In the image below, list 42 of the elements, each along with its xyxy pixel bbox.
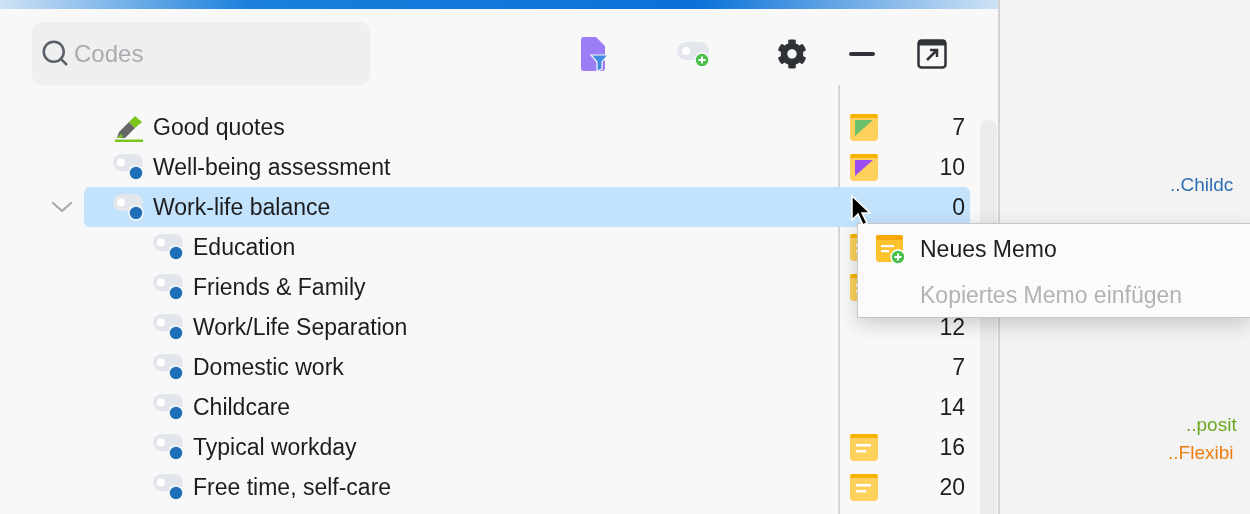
code-count: 7 (951, 353, 965, 381)
tree-row[interactable]: Well-being assessment 10 (84, 147, 970, 187)
memo-icon[interactable] (850, 433, 878, 461)
tree-row[interactable]: Good quotes 7 (84, 107, 970, 147)
code-count: 10 (938, 153, 965, 181)
coded-snippet: ..Flexibi (1168, 442, 1234, 464)
memo-icon[interactable] (850, 473, 878, 501)
memo-icon[interactable] (850, 153, 878, 181)
tree-row[interactable]: Domestic work 7 (84, 347, 970, 387)
code-count: 0 (951, 193, 965, 221)
code-label: Well-being assessment (153, 153, 392, 181)
menu-item[interactable]: Neues Memo (858, 226, 1250, 272)
code-label: Good quotes (153, 113, 286, 141)
code-icon (113, 192, 147, 222)
chevron-icon[interactable] (51, 200, 73, 214)
code-count: 14 (938, 393, 965, 421)
code-count: 20 (938, 473, 965, 501)
code-label: Free time, self-care (193, 473, 393, 501)
memo-add-icon (876, 235, 906, 265)
coded-snippet: ..posit (1186, 414, 1237, 436)
memo-icon[interactable] (850, 113, 878, 141)
search-icon (40, 38, 70, 68)
settings-icon (777, 38, 807, 69)
tree-row[interactable]: Childcare 14 (84, 387, 970, 427)
code-label: Work-life balance (153, 193, 332, 221)
document-filter-icon (579, 36, 609, 71)
code-label: Typical workday (193, 433, 358, 461)
code-add-icon (677, 39, 711, 68)
tree-row[interactable]: Work-life balance 0 (84, 187, 970, 227)
code-label: Domestic work (193, 353, 345, 381)
tree-row[interactable]: Typical workday 16 (84, 427, 970, 467)
code-label: Friends & Family (193, 273, 367, 301)
minimize-icon (849, 51, 875, 56)
code-label: Work/Life Separation (193, 313, 409, 341)
coded-snippet: ..Childc (1170, 174, 1234, 196)
code-label: Childcare (193, 393, 292, 421)
pop-out-icon (917, 38, 947, 69)
code-count: 7 (951, 113, 965, 141)
search-field[interactable]: Codes (32, 22, 370, 85)
code-label: Education (193, 233, 297, 261)
tree-row[interactable]: Free time, self-care 20 (84, 467, 970, 507)
code-count: 16 (938, 433, 965, 461)
